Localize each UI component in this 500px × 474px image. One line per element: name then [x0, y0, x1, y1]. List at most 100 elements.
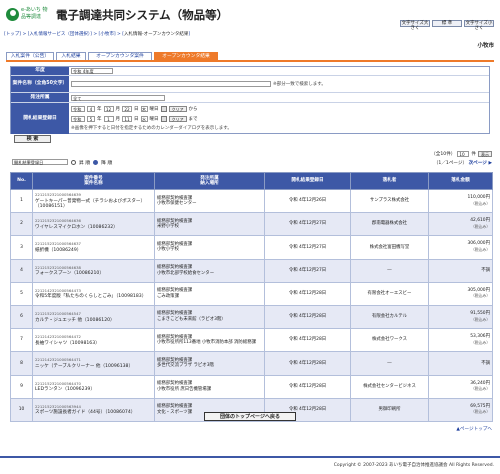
project-name-note: ※部分一致で検索します。 [273, 82, 326, 87]
unit-day: 日 [134, 116, 139, 122]
amount: 69,575円 [470, 403, 490, 409]
tax-note: （税込み） [471, 200, 490, 206]
project-name-link[interactable]: 令和5年度版「私たちのくらしとごみ」（10098183） [35, 294, 146, 299]
page-top-link[interactable]: ▲ページトップへ [456, 426, 492, 432]
date-from-weekday: 木 [140, 105, 148, 112]
table-row: 2 2212152321000564636 ワイヤレスマイクロホン（10086232… [10, 212, 493, 237]
project-cell: 2212152321000564637 紙折機（10086249） [32, 235, 155, 260]
tax-note: （税込み） [471, 293, 490, 299]
text-size-large-button[interactable]: 文字サイズ大きく [400, 20, 430, 31]
date-from-year-input[interactable]: 4 [87, 105, 95, 112]
dept-name: 総務部契約検査課 [157, 334, 193, 340]
project-name-link[interactable]: ゲートキーパー普発物一式（チラシおよびポスター）（10086151） [35, 199, 145, 210]
amount-cell: 110,000円 （税込み） [428, 188, 493, 214]
project-name-link[interactable]: 長袖ワイシャツ（10098163） [35, 341, 100, 346]
text-size-small-button[interactable]: 文字サイズ小さく [464, 20, 494, 31]
project-cell: 2212142321000564473 令和5年度版「私たちのくらしとごみ」（10… [32, 281, 155, 306]
text-size-standard-button[interactable]: 標 準 [432, 20, 462, 27]
tax-note: （税込み） [471, 246, 490, 252]
calendar-icon[interactable] [160, 115, 167, 122]
dept-name: 総務部契約検査課 [157, 195, 193, 201]
project-name-link[interactable]: フォークスプーン（10086210） [35, 271, 104, 276]
breadcrumb-city[interactable]: 小牧市 [100, 32, 114, 37]
project-name-link[interactable]: ニッケ（テーブルクリーナー 他（10096138） [35, 364, 133, 369]
date-to-year-input[interactable]: 5 [87, 115, 95, 122]
next-page-link[interactable]: 次ページ ▶ [469, 161, 492, 166]
date-from-clear-button[interactable]: クリア [168, 105, 187, 112]
row-no: 4 [10, 258, 33, 283]
project-name-link[interactable]: 紙折機（10086249） [35, 248, 81, 253]
winner: ― [350, 351, 429, 376]
table-row: 3 2212152321000564637 紙折機（10086249） 総務部契約検査… [10, 235, 493, 260]
tax-note: （税込み） [471, 223, 490, 229]
project-id: 2212152321000564637 [35, 241, 81, 247]
search-button[interactable]: 検 索 [14, 135, 51, 143]
date-to-month-input[interactable]: 1 [103, 115, 114, 122]
project-cell: 2212142321000564471 ニッケ（テーブルクリーナー 他（10096… [32, 351, 155, 376]
total-count: （全10件） [431, 152, 456, 157]
desc-radio[interactable] [93, 159, 99, 165]
tab-open-counter-projects[interactable]: オープンカウンタ案件 [88, 52, 152, 60]
table-row: 5 2212142321000564473 令和5年度版「私たちのくらしとごみ」（1… [10, 281, 493, 306]
dept-cell: 総務部契約検査課 小牧市役所 庶日告機管場課 [154, 374, 265, 399]
winner: 有限会社オーエスビー [350, 281, 429, 306]
project-name-input[interactable] [71, 81, 271, 87]
dept-cell: 総務部契約検査課 小牧小学校 [154, 235, 265, 260]
row-no: 1 [10, 188, 33, 214]
amount-cell: 69,575円 （税込み） [428, 397, 493, 422]
unit-month: 月 [115, 116, 121, 122]
dept-select[interactable]: 全て [71, 94, 165, 101]
unit-month: 月 [115, 106, 121, 112]
dept-cell: 総務部契約検査課 小牧市北部学校給食センター [154, 258, 265, 283]
project-cell: 2212152321000564470 LEDランタン（10096239） [32, 374, 155, 399]
dept-cell: 総務部契約検査課 多世代交流プラザ ラピオ3階 [154, 351, 265, 376]
dept-cell: 総務部契約検査課 小牧市役所所113番地 小牧市消防本部 消防総務課 [154, 328, 265, 353]
project-cell: 2212152321000564639 ゲートキーパー普発物一式（チラシおよびポス… [32, 188, 155, 214]
tab-open-counter-results[interactable]: オープンカウンタ結果 [154, 52, 218, 60]
tab-bid-results[interactable]: 入札結果 [56, 52, 86, 60]
amount-cell: 306,000円 （税込み） [428, 235, 493, 260]
date-to-day-input[interactable]: 11 [122, 115, 132, 122]
per-page-select[interactable]: 10 [457, 151, 470, 157]
sort-select[interactable]: 開札結果登録日 [12, 159, 68, 165]
date-from-era-select[interactable]: 令和 [71, 105, 85, 112]
project-id: 2212142321000564471 [35, 357, 81, 363]
row-no: 10 [10, 397, 33, 422]
dept-name: 総務部契約検査課 [157, 218, 193, 224]
calendar-icon[interactable] [160, 105, 167, 112]
project-name-link[interactable]: スポーツ施設長者ガイド（44号）（10086074） [35, 410, 135, 415]
breadcrumb-top[interactable]: トップ [6, 32, 20, 37]
asc-radio[interactable] [71, 159, 76, 165]
project-name-link[interactable]: LEDランタン（10096239） [35, 387, 95, 392]
amount: 306,000円 [467, 241, 490, 247]
amount: 42,610円 [470, 218, 490, 224]
dept-cell: 総務部契約検査課 米野小学校 [154, 212, 265, 237]
breadcrumb-current: 入札情報-オープンカウンタ結果 [123, 32, 189, 37]
amount-cell: 53,306円 （税込み） [428, 328, 493, 353]
project-cell: 2212142321000564472 長袖ワイシャツ（10098163） [32, 328, 155, 353]
table-row: 1 2212152321000564639 ゲートキーパー普発物一式（チラシおよびポ… [10, 188, 493, 214]
delivery-place: 小牧市保健センター [157, 201, 197, 207]
delivery-place: 小牧市役所所113番地 小牧市消防本部 消防総務課 [157, 340, 256, 346]
tab-bid-projects[interactable]: 入札案件（公告） [6, 52, 54, 60]
project-id: 2212152321000564636 [35, 218, 81, 224]
tax-note: （税込み） [471, 316, 490, 322]
date-to-weekday: 水 [140, 115, 148, 122]
amount: 36,240円 [470, 380, 490, 386]
breadcrumb-org-select[interactable]: 入札情報サービス（団体選択） [29, 32, 90, 37]
year-select[interactable]: 令和 4年度 [71, 68, 113, 74]
delivery-place: 小牧小学校 [157, 247, 179, 253]
date-from-day-input[interactable]: 22 [122, 105, 132, 112]
delivery-place: こまきこども未来館（ラピオ3階） [157, 317, 226, 323]
back-to-top-button[interactable]: 団体のトップページへ戻る [204, 412, 296, 421]
date-to-clear-button[interactable]: クリア [168, 115, 187, 122]
project-name-link[interactable]: カルテ・ジュエッチ 他（10086120） [35, 318, 115, 323]
project-id: 2212152321000564638 [35, 264, 81, 270]
date-to-era-select[interactable]: 令和 [71, 115, 85, 122]
display-button[interactable]: 表示 [478, 151, 492, 157]
weekday-suffix: 曜日 [149, 106, 159, 112]
dept-name: 総務部契約検査課 [157, 381, 193, 386]
project-name-link[interactable]: ワイヤレスマイクロホン（10086232） [35, 225, 118, 230]
date-from-month-input[interactable]: 12 [103, 105, 114, 112]
row-no: 5 [10, 281, 33, 306]
